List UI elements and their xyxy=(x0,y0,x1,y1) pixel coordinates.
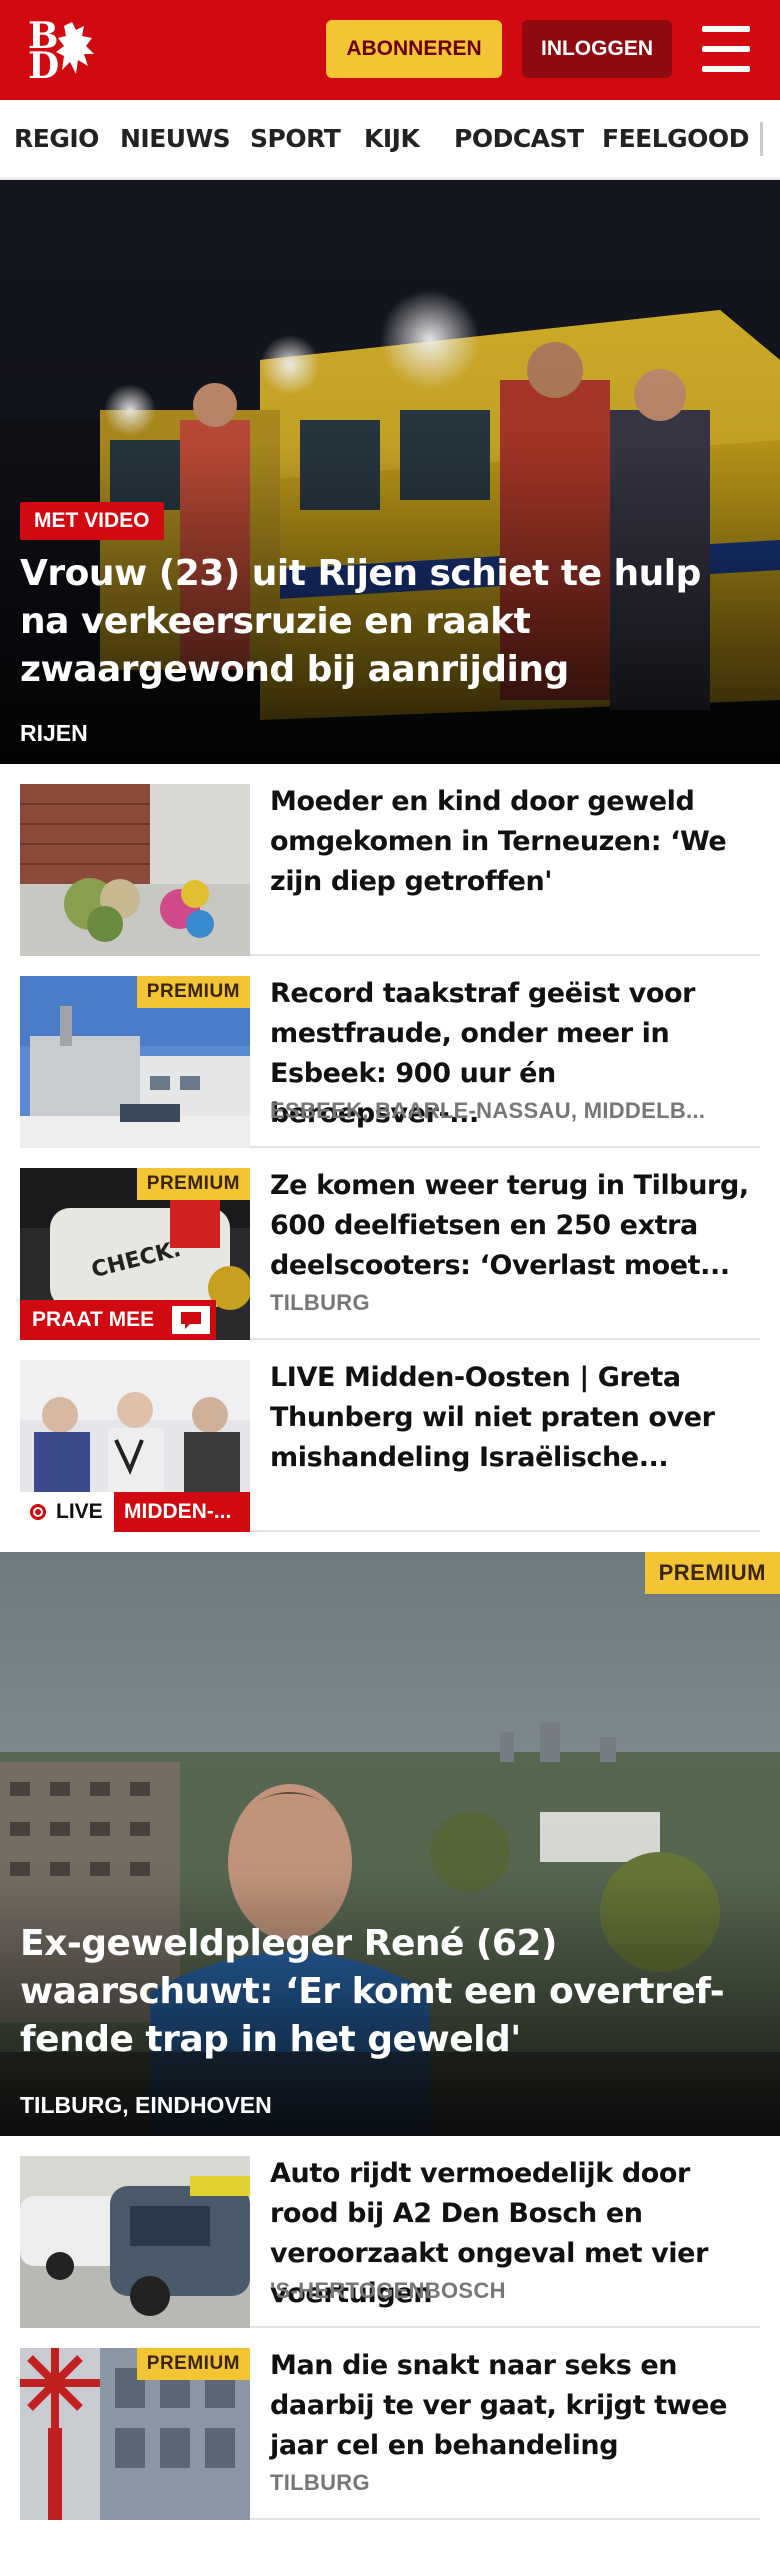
hero-2-title[interactable]: Ex-geweldpleger René (62) waarschuwt: ‘E… xyxy=(20,1920,760,2064)
discussion-badge[interactable]: PRAAT MEE xyxy=(20,1300,216,1340)
live-badge[interactable]: LIVE MIDDEN-... xyxy=(20,1492,250,1532)
article-row-deelfietsen[interactable]: CHECK. PREMIUM PRAAT MEE Ze komen weer t… xyxy=(20,1148,760,1340)
premium-badge: PREMIUM xyxy=(136,1168,250,1200)
discussion-label: PRAAT MEE xyxy=(32,1308,155,1331)
article-thumbnail xyxy=(20,784,250,956)
article-thumbnail: PREMIUM xyxy=(20,976,250,1148)
article-location: TILBURG xyxy=(270,1290,370,1315)
article-location: 'S-HERTOGENBOSCH xyxy=(270,2278,506,2303)
section-nav: REGIO NIEUWS SPORT KIJK PODCAST FEELGOOD xyxy=(0,100,780,180)
article-row-rechtbank[interactable]: PREMIUM Man die snakt naar seks en daarb… xyxy=(20,2328,760,2520)
article-title[interactable]: Ze komen weer terug in Tilburg, 600 deel… xyxy=(270,1166,760,1286)
article-title[interactable]: Man die snakt naar seks en daarbij te ve… xyxy=(270,2346,760,2466)
article-thumbnail: CHECK. PREMIUM PRAAT MEE xyxy=(20,1168,250,1340)
nav-item-sport[interactable]: SPORT xyxy=(250,100,341,178)
live-topic: MIDDEN-... xyxy=(114,1492,250,1532)
login-button[interactable]: INLOGGEN xyxy=(522,20,672,78)
lion-icon xyxy=(56,22,94,74)
hero-1-title[interactable]: Vrouw (23) uit Rijen schiet te hulp na v… xyxy=(20,550,760,694)
article-thumbnail xyxy=(20,2156,250,2328)
nav-item-kijk[interactable]: KIJK xyxy=(364,100,420,178)
live-label: LIVE xyxy=(56,1500,103,1523)
chat-bubble-icon xyxy=(172,1306,210,1334)
hero-article-2[interactable]: PREMIUM Ex-geweldpleger René (62) waarsc… xyxy=(0,1552,780,2136)
nav-overflow-indicator xyxy=(760,122,763,156)
video-tag: MET VIDEO xyxy=(20,502,164,540)
nav-item-nieuws[interactable]: NIEUWS xyxy=(120,100,231,178)
premium-badge: PREMIUM xyxy=(136,976,250,1008)
article-title[interactable]: LIVE Midden-Oosten | Greta Thunberg wil … xyxy=(270,1358,760,1478)
nav-item-feelgood[interactable]: FEELGOOD xyxy=(602,100,749,178)
article-row-midden-oosten[interactable]: LIVE MIDDEN-... LIVE Midden-Oosten | Gre… xyxy=(20,1340,760,1532)
subscribe-button[interactable]: ABONNEREN xyxy=(326,20,502,78)
article-thumbnail: PREMIUM xyxy=(20,2348,250,2520)
live-indicator-icon xyxy=(30,1504,46,1520)
flowers-image xyxy=(20,784,250,956)
crashed-car-image xyxy=(20,2156,250,2328)
article-row-terneuzen[interactable]: Moeder en kind door geweld omgekomen in … xyxy=(20,764,760,956)
live-label-box: LIVE xyxy=(20,1492,114,1532)
hero-1-location: RIJEN xyxy=(20,720,88,746)
article-location: ESBEEK, BAARLE-NASSAU, MIDDELB... xyxy=(270,1098,706,1123)
brand-logo[interactable]: B D xyxy=(26,18,122,84)
article-thumbnail: LIVE MIDDEN-... xyxy=(20,1360,250,1532)
hamburger-menu-icon[interactable] xyxy=(700,26,752,72)
top-header: B D ABONNEREN INLOGGEN xyxy=(0,0,780,100)
article-title[interactable]: Moeder en kind door geweld omgekomen in … xyxy=(270,782,760,902)
article-row-mestfraude[interactable]: PREMIUM Record taakstraf geëist voor mes… xyxy=(20,956,760,1148)
nav-item-podcast[interactable]: PODCAST xyxy=(454,100,584,178)
article-row-a2-ongeval[interactable]: Auto rijdt vermoedelijk door rood bij A2… xyxy=(20,2136,760,2328)
hero-article-1[interactable]: MET VIDEO Vrouw (23) uit Rijen schiet te… xyxy=(0,180,780,764)
premium-badge: PREMIUM xyxy=(644,1552,780,1594)
premium-badge: PREMIUM xyxy=(136,2348,250,2380)
hero-2-location: TILBURG, EINDHOVEN xyxy=(20,2092,272,2118)
nav-item-regio[interactable]: REGIO xyxy=(14,100,99,178)
article-location: TILBURG xyxy=(270,2470,370,2495)
